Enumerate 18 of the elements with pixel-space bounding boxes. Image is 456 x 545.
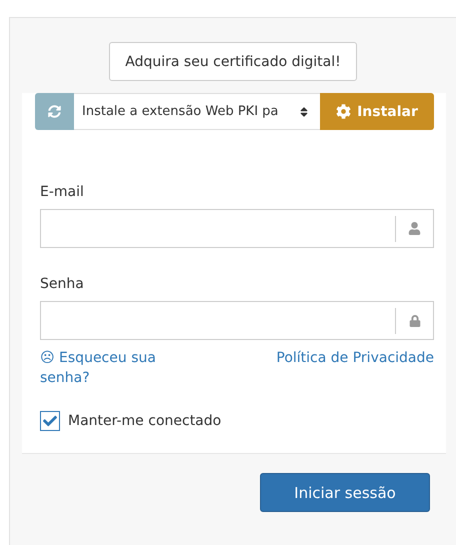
remember-label: Manter-me conectado [68, 413, 222, 429]
promo-button[interactable]: Adquira seu certificado digital! [109, 42, 357, 81]
install-button[interactable]: Instalar [320, 93, 434, 130]
lock-icon [408, 314, 420, 326]
login-button[interactable]: Iniciar sessão [260, 473, 430, 512]
email-field[interactable] [40, 209, 434, 248]
user-icon [408, 222, 421, 235]
privacy-link[interactable]: Política de Privacidade [276, 348, 434, 388]
refresh-button[interactable] [35, 93, 74, 130]
remember-checkbox[interactable] [40, 411, 60, 431]
password-label: Senha [40, 276, 85, 292]
sort-icon [298, 106, 310, 118]
refresh-icon [48, 105, 61, 118]
extension-select[interactable]: Instale a extensão Web PKI pa [74, 93, 320, 130]
password-field[interactable] [40, 301, 434, 340]
forgot-password-link[interactable]: ☹ Esqueceu sua senha? [40, 348, 180, 388]
gear-icon [336, 104, 352, 119]
email-label: E-mail [40, 184, 85, 200]
